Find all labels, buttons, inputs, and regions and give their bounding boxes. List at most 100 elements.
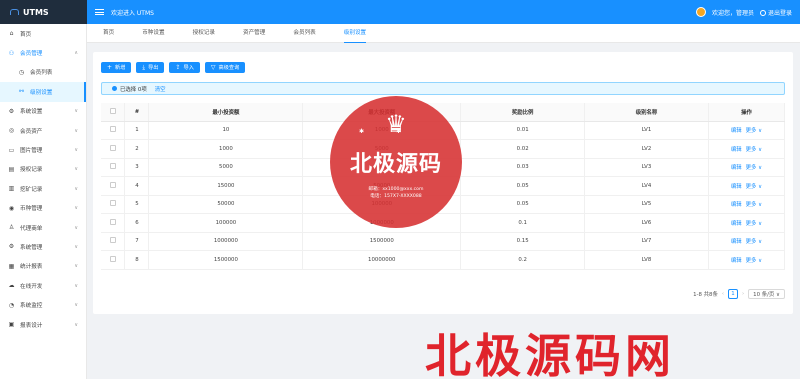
user-icon: ⚇: [8, 49, 15, 57]
row-actions: 编辑 更多 ∨: [708, 158, 786, 177]
row-checkbox[interactable]: [101, 158, 126, 177]
more-dropdown[interactable]: 更多 ∨: [746, 221, 762, 227]
row-checkbox[interactable]: [101, 250, 126, 270]
row-checkbox[interactable]: [101, 121, 126, 140]
sidebar-item[interactable]: ◷ 会员列表: [0, 63, 86, 82]
table-row: 8 1500000 10000000 0.2 LV8 编辑 更多 ∨: [101, 250, 786, 270]
page-size-select[interactable]: 10 条/页 ∨: [748, 289, 785, 299]
row-checkbox[interactable]: [101, 232, 126, 251]
export-button[interactable]: ⤓ 导出: [136, 62, 165, 73]
sidebar-item[interactable]: ⌂ 首页: [0, 24, 86, 43]
edit-link[interactable]: 编辑: [731, 239, 742, 245]
more-dropdown[interactable]: 更多 ∨: [746, 128, 762, 134]
download-icon: ⤓: [142, 63, 146, 71]
edit-link[interactable]: 编辑: [731, 184, 742, 190]
table-cell: 100000: [148, 213, 304, 233]
sidebar-item[interactable]: ▤ 授权记录 ∨: [0, 160, 86, 179]
tab-item[interactable]: 级别设置: [343, 24, 367, 43]
more-dropdown[interactable]: 更多 ∨: [746, 202, 762, 208]
edit-link[interactable]: 编辑: [731, 221, 742, 227]
row-checkbox[interactable]: [101, 139, 126, 159]
more-dropdown[interactable]: 更多 ∨: [746, 258, 762, 264]
select-all-checkbox[interactable]: [101, 103, 126, 122]
column-header: 级别名称: [584, 103, 709, 122]
tab-item[interactable]: 资产管理: [243, 24, 265, 43]
table-cell: LV3: [584, 158, 709, 177]
image-icon: ▭: [8, 146, 15, 154]
edit-link[interactable]: 编辑: [731, 258, 742, 264]
more-dropdown[interactable]: 更多 ∨: [746, 184, 762, 190]
column-header: 最小投资额: [148, 103, 304, 122]
table-cell: LV8: [584, 250, 709, 270]
sidebar-item[interactable]: ☁ 在线开发 ∨: [0, 276, 86, 295]
sidebar-item[interactable]: ⚙ 系统管理 ∨: [0, 237, 86, 256]
sidebar-item-label: 会员列表: [30, 70, 53, 77]
sidebar-item-label: 统计报表: [20, 264, 43, 271]
row-checkbox[interactable]: [101, 213, 126, 233]
next-page-icon[interactable]: ›: [742, 291, 744, 297]
table-cell: LV2: [584, 139, 709, 159]
sidebar-item[interactable]: ◎ 会员资产 ∨: [0, 121, 86, 140]
gear-icon: ⚙: [8, 107, 15, 115]
tab-item[interactable]: 会员列表: [293, 24, 315, 43]
sidebar-item[interactable]: ◉ 币种管理 ∨: [0, 199, 86, 218]
chevron-down-icon: ∨: [74, 224, 78, 231]
logo-icon: [10, 9, 19, 15]
tab-item[interactable]: 首页: [103, 24, 114, 43]
table-cell: 10: [148, 121, 304, 140]
app-logo[interactable]: UTMS: [0, 0, 87, 24]
add-button[interactable]: + 新增: [101, 62, 132, 73]
page-number[interactable]: 1: [728, 289, 738, 299]
row-checkbox[interactable]: [101, 176, 126, 196]
edit-link[interactable]: 编辑: [731, 202, 742, 208]
table-cell: LV4: [584, 176, 709, 196]
row-actions: 编辑 更多 ∨: [708, 250, 786, 270]
advanced-query-button[interactable]: ▽ 高级查询: [204, 62, 246, 73]
user-greeting[interactable]: 欢迎您，管理员: [712, 8, 754, 17]
tab-item[interactable]: 授权记录: [193, 24, 215, 43]
header-bar: 欢迎进入 UTMS 欢迎您，管理员 退出登录: [87, 0, 800, 24]
pagination-summary: 1-8 共8条: [693, 292, 718, 298]
sidebar-item[interactable]: ▭ 图片管理 ∨: [0, 140, 86, 159]
table-cell: 0.05: [460, 195, 586, 214]
more-dropdown[interactable]: 更多 ∨: [746, 147, 762, 153]
coin-icon: ◎: [8, 127, 15, 135]
more-dropdown[interactable]: 更多 ∨: [746, 239, 762, 245]
row-actions: 编辑 更多 ∨: [708, 232, 786, 251]
edit-link[interactable]: 编辑: [731, 147, 742, 153]
sidebar-item[interactable]: ▣ 报表设计 ∨: [0, 315, 86, 334]
sidebar-item[interactable]: ⚯ 级别设置: [0, 82, 86, 102]
more-dropdown[interactable]: 更多 ∨: [746, 165, 762, 171]
clock-icon: ◷: [18, 68, 25, 76]
sidebar-item-label: 级别设置: [30, 89, 53, 96]
sidebar: ⌂ 首页 ⚇ 会员管理 ∧ ◷ 会员列表 ⚯ 级别设置 ⚙ 系统设置 ∨ ◎ 会员资产 ∨ ▭ 图片管理 ∨ ▤ 授权…: [0, 24, 87, 379]
watermark-seal: ♛ ✱✱ 北极源码 邮箱：xx1000@xxx.com 电话：157X7-XXX…: [330, 96, 462, 228]
home-icon: ⌂: [9, 30, 14, 38]
cloud-icon: ☁: [8, 282, 15, 290]
prev-page-icon[interactable]: ‹: [722, 291, 724, 297]
sidebar-item[interactable]: ♙ 代理商单 ∨: [0, 218, 86, 237]
chevron-down-icon: ∨: [74, 147, 78, 154]
clear-selection-link[interactable]: 清空: [155, 85, 166, 93]
edit-link[interactable]: 编辑: [731, 165, 742, 171]
menu-toggle-icon[interactable]: [95, 9, 104, 15]
edit-link[interactable]: 编辑: [731, 128, 742, 134]
seal-title: 北极源码: [349, 152, 442, 177]
import-button[interactable]: ⇪ 导入: [169, 62, 200, 73]
chevron-down-icon: ∨: [74, 185, 78, 192]
table-cell: 0.15: [460, 232, 586, 251]
logout-button[interactable]: 退出登录: [759, 8, 792, 17]
pagination: 1-8 共8条 ‹ 1 › 10 条/页 ∨: [693, 289, 785, 299]
info-icon: [112, 86, 117, 91]
table-cell: 4: [124, 176, 150, 196]
sidebar-item[interactable]: ▦ 统计报表 ∨: [0, 257, 86, 276]
row-checkbox[interactable]: [101, 195, 126, 214]
sidebar-item[interactable]: ▥ 挖矿记录 ∨: [0, 179, 86, 198]
sidebar-item[interactable]: ⚙ 系统设置 ∨: [0, 102, 86, 121]
tab-item[interactable]: 币种设置: [142, 24, 164, 43]
sidebar-item[interactable]: ◔ 系统监控 ∨: [0, 295, 86, 314]
table-cell: 8: [124, 250, 150, 270]
sidebar-item-label: 代理商单: [20, 225, 43, 232]
sidebar-item[interactable]: ⚇ 会员管理 ∧: [0, 43, 86, 62]
avatar[interactable]: [695, 7, 706, 17]
